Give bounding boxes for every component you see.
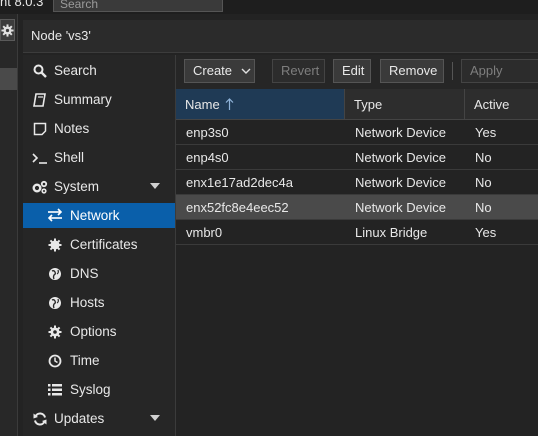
book-icon bbox=[33, 93, 46, 107]
nav-item-certificates[interactable]: Certificates bbox=[23, 230, 175, 259]
cell-type: Network Device bbox=[355, 200, 447, 215]
cell-type: Network Device bbox=[355, 125, 447, 140]
table-row[interactable]: enx1e17ad2dec4a Network Device No bbox=[176, 170, 538, 195]
remove-button[interactable]: Remove bbox=[380, 59, 444, 83]
nav-item-notes[interactable]: Notes bbox=[23, 114, 175, 143]
cell-type: Network Device bbox=[355, 150, 447, 165]
search-icon bbox=[33, 64, 47, 78]
table-row[interactable]: vmbr0 Linux Bridge Yes bbox=[176, 220, 538, 245]
nav-label-time: Time bbox=[70, 353, 100, 368]
cell-type: Network Device bbox=[355, 175, 447, 190]
globe-icon bbox=[49, 297, 61, 309]
clock-icon bbox=[48, 354, 62, 368]
refresh-icon bbox=[33, 412, 47, 426]
nav-item-time[interactable]: Time bbox=[23, 346, 175, 375]
nav-label-syslog: Syslog bbox=[70, 382, 111, 397]
edit-button-label: Edit bbox=[342, 63, 365, 78]
nav-item-shell[interactable]: Shell bbox=[23, 143, 175, 172]
cell-active: Yes bbox=[475, 125, 497, 140]
cell-type: Linux Bridge bbox=[355, 225, 428, 240]
cell-name: vmbr0 bbox=[186, 225, 223, 240]
nav-item-hosts[interactable]: Hosts bbox=[23, 288, 175, 317]
revert-button[interactable]: Revert bbox=[272, 59, 325, 83]
nav-label-certificates: Certificates bbox=[70, 237, 138, 252]
resource-tree bbox=[0, 14, 18, 436]
nav-label-shell: Shell bbox=[54, 150, 85, 165]
chevron-down-icon bbox=[241, 68, 251, 74]
sort-ascending-icon bbox=[225, 98, 234, 110]
remove-button-label: Remove bbox=[389, 63, 438, 78]
column-header-type[interactable]: Type bbox=[345, 89, 465, 119]
node-nav-menu: Search Summary Notes Shell System Networ… bbox=[23, 55, 176, 436]
nav-label-notes: Notes bbox=[54, 121, 90, 136]
nav-label-search: Search bbox=[54, 63, 97, 78]
cell-active: No bbox=[475, 150, 492, 165]
cell-active: Yes bbox=[475, 225, 497, 240]
apply-configuration-button[interactable]: Apply Configuration bbox=[461, 59, 538, 83]
cell-name: enx52fc8e4eec52 bbox=[186, 200, 289, 215]
column-header-active[interactable]: Active bbox=[465, 89, 538, 119]
panel-header: Node 'vs3' bbox=[23, 20, 538, 53]
cell-active: No bbox=[475, 175, 492, 190]
nav-label-summary: Summary bbox=[54, 92, 112, 107]
terminal-icon bbox=[32, 153, 47, 164]
nav-label-system: System bbox=[54, 179, 100, 194]
nav-item-updates[interactable]: Updates bbox=[23, 404, 175, 433]
note-icon bbox=[33, 122, 47, 136]
network-toolbar: Create Revert Edit Remove Apply Configur… bbox=[176, 55, 538, 89]
grid-header: Name Type Active bbox=[176, 89, 538, 120]
nav-label-dns: DNS bbox=[70, 266, 99, 281]
column-header-name[interactable]: Name bbox=[176, 89, 345, 119]
revert-button-label: Revert bbox=[281, 63, 320, 78]
nav-label-hosts: Hosts bbox=[70, 295, 105, 310]
cell-name: enx1e17ad2dec4a bbox=[186, 175, 293, 190]
tree-selected-node[interactable] bbox=[0, 68, 17, 90]
cell-name: enp3s0 bbox=[186, 125, 229, 140]
nav-label-options: Options bbox=[70, 324, 117, 339]
chevron-down-icon bbox=[150, 183, 160, 189]
network-grid: Name Type Active enp3s0 Network Device Y… bbox=[176, 89, 538, 436]
nav-item-search[interactable]: Search bbox=[23, 56, 175, 85]
globe-icon bbox=[49, 268, 61, 280]
cogs-icon bbox=[32, 180, 48, 194]
nav-item-summary[interactable]: Summary bbox=[23, 85, 175, 114]
top-bar: nt 8.0.3 Search bbox=[0, 0, 538, 14]
column-header-type-label: Type bbox=[354, 97, 383, 112]
cell-name: enp4s0 bbox=[186, 150, 229, 165]
nav-item-network[interactable]: Network bbox=[23, 203, 175, 228]
nav-item-dns[interactable]: DNS bbox=[23, 259, 175, 288]
gear-icon bbox=[1, 24, 14, 37]
product-version: nt 8.0.3 bbox=[0, 0, 44, 9]
cell-active: No bbox=[475, 200, 492, 215]
list-icon bbox=[48, 384, 62, 396]
nav-item-system[interactable]: System bbox=[23, 172, 175, 201]
nav-label-network: Network bbox=[70, 208, 120, 223]
gear-icon bbox=[48, 325, 62, 339]
chevron-down-icon bbox=[150, 415, 160, 421]
create-button[interactable]: Create bbox=[184, 59, 255, 83]
edit-button[interactable]: Edit bbox=[333, 59, 371, 83]
table-row[interactable]: enp3s0 Network Device Yes bbox=[176, 120, 538, 145]
toolbar-separator bbox=[452, 62, 453, 80]
tree-settings-button[interactable] bbox=[0, 19, 15, 41]
table-row-selected[interactable]: enx52fc8e4eec52 Network Device No bbox=[176, 195, 538, 220]
create-button-label: Create bbox=[193, 63, 233, 78]
apply-configuration-label: Apply Configuration bbox=[470, 63, 503, 78]
exchange-icon bbox=[47, 208, 63, 222]
column-header-active-label: Active bbox=[474, 97, 510, 112]
global-search-input[interactable]: Search bbox=[53, 0, 223, 12]
nav-label-updates: Updates bbox=[54, 411, 105, 426]
table-row[interactable]: enp4s0 Network Device No bbox=[176, 145, 538, 170]
panel-title: Node 'vs3' bbox=[31, 28, 91, 43]
nav-item-syslog[interactable]: Syslog bbox=[23, 375, 175, 404]
nav-item-options[interactable]: Options bbox=[23, 317, 175, 346]
certificate-icon bbox=[48, 238, 62, 252]
column-header-name-label: Name bbox=[185, 97, 234, 112]
